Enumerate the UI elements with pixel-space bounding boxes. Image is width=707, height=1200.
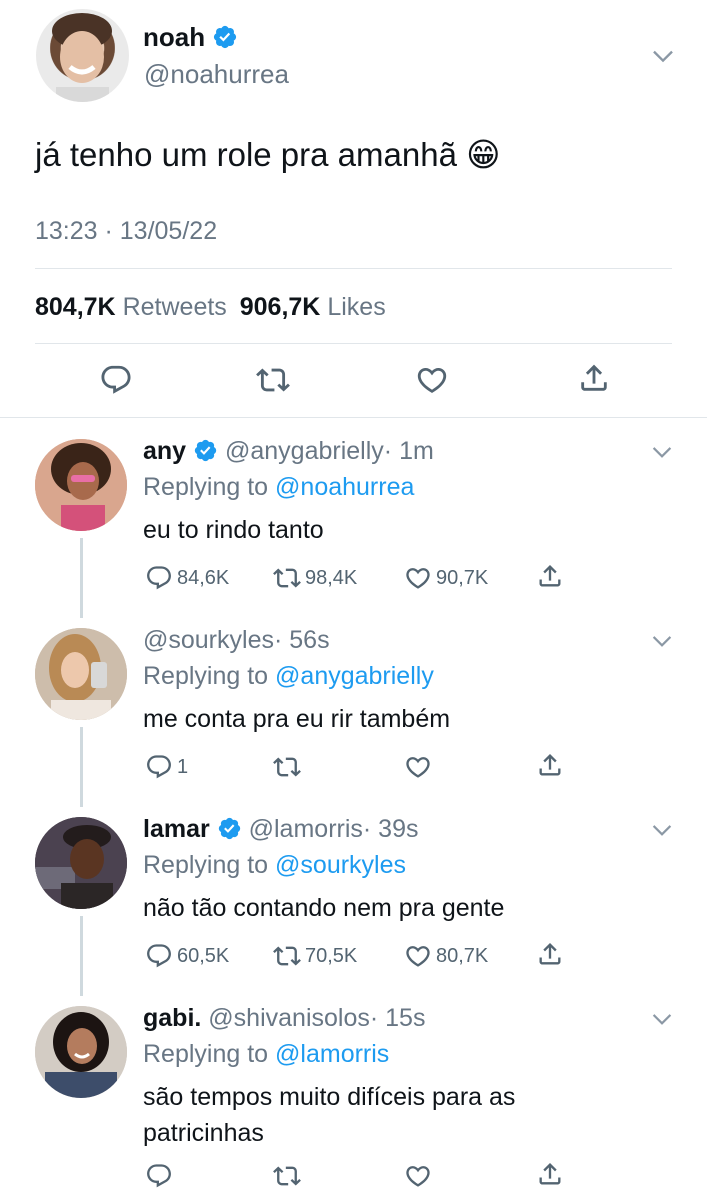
verified-badge-icon: [193, 438, 218, 463]
reply-text-line-1: são tempos muito difíceis para as: [143, 1083, 516, 1111]
reply-avatar-any[interactable]: [35, 439, 127, 531]
like-heart-icon: [404, 753, 432, 781]
like-heart-icon[interactable]: [415, 363, 449, 397]
like-heart-icon: [404, 942, 432, 970]
reply-count: 84,6K: [177, 566, 230, 589]
like-action[interactable]: 90,7K: [404, 564, 488, 592]
share-icon[interactable]: [577, 361, 611, 395]
like-count: 90,7K: [436, 566, 489, 589]
likes-stat[interactable]: 906,7K Likes: [240, 293, 386, 321]
replying-to-handle[interactable]: @lamorris: [275, 1040, 389, 1068]
more-options-chevron-icon[interactable]: [649, 42, 677, 70]
reply-name[interactable]: any: [143, 437, 186, 465]
likes-count: 906,7K: [239, 293, 321, 321]
reply-icon: [145, 753, 173, 781]
like-heart-icon: [404, 1162, 432, 1190]
divider: [35, 268, 672, 269]
divider: [35, 343, 672, 344]
reply-action[interactable]: 84,6K: [145, 564, 229, 592]
reply-time[interactable]: · 39s: [363, 815, 419, 843]
reply-handle[interactable]: @shivanisolos: [208, 1004, 370, 1032]
reply-icon: [145, 1162, 173, 1190]
main-handle[interactable]: @noahurrea: [144, 59, 289, 90]
retweets-stat[interactable]: 804,7K Retweets: [35, 293, 234, 321]
reply-text: me conta pra eu rir também: [143, 705, 451, 733]
reply-time[interactable]: · 56s: [274, 626, 330, 654]
verified-badge-icon: [212, 24, 238, 50]
retweet-action[interactable]: [273, 1162, 301, 1190]
reply-name[interactable]: lamar: [143, 815, 210, 843]
reply-avatar-lamar[interactable]: [35, 817, 127, 909]
reply-action[interactable]: [145, 1162, 173, 1190]
replying-to-label: Replying to: [143, 473, 269, 501]
retweet-count: 70,5K: [305, 944, 358, 967]
reply-handle[interactable]: @sourkyles: [143, 626, 274, 654]
reply-time[interactable]: · 15s: [370, 1004, 426, 1032]
retweet-action[interactable]: [273, 753, 301, 781]
main-display-name[interactable]: noah: [143, 22, 205, 52]
main-timestamp[interactable]: 13:23 · 13/05/22: [35, 217, 217, 246]
reply-handle[interactable]: @lamorris: [249, 815, 363, 843]
thread-connector: [80, 727, 83, 807]
thread-connector: [80, 916, 83, 996]
main-avatar[interactable]: [36, 9, 129, 102]
retweet-icon: [273, 753, 301, 781]
reply-icon: [145, 942, 173, 970]
retweets-count: 804,7K: [35, 293, 116, 321]
reply-avatar-sourkyles[interactable]: [35, 628, 127, 720]
like-count: 80,7K: [436, 944, 489, 967]
reply-icon: [145, 564, 173, 592]
retweet-icon[interactable]: [256, 363, 290, 397]
main-tweet-text: já tenho um role pra amanhã 😁: [35, 136, 501, 173]
retweets-label: Retweets: [122, 293, 227, 321]
likes-label: Likes: [327, 293, 386, 321]
verified-badge-icon: [217, 816, 242, 841]
share-icon[interactable]: [536, 1160, 564, 1188]
reply-count: 1: [177, 755, 189, 778]
reply-action[interactable]: 60,5K: [145, 942, 229, 970]
retweet-action[interactable]: 98,4K: [273, 564, 357, 592]
share-icon[interactable]: [536, 940, 564, 968]
replying-to-label: Replying to: [143, 851, 269, 879]
retweet-count: 98,4K: [305, 566, 358, 589]
reply-text: não tão contando nem pra gente: [143, 894, 505, 922]
more-options-chevron-icon[interactable]: [649, 1006, 675, 1032]
like-action[interactable]: [404, 1162, 432, 1190]
share-icon[interactable]: [536, 751, 564, 779]
thread-connector: [80, 538, 83, 618]
retweet-icon: [273, 1162, 301, 1190]
retweet-icon: [273, 942, 301, 970]
reply-text: eu to rindo tanto: [143, 516, 324, 544]
replying-to-handle[interactable]: @noahurrea: [275, 473, 414, 501]
retweet-icon: [273, 564, 301, 592]
reply-handle[interactable]: @anygabrielly: [225, 437, 384, 465]
like-action[interactable]: [404, 753, 432, 781]
like-action[interactable]: 80,7K: [404, 942, 488, 970]
reply-icon[interactable]: [99, 363, 133, 397]
replying-to-label: Replying to: [143, 662, 269, 690]
more-options-chevron-icon[interactable]: [649, 439, 675, 465]
replying-to-handle[interactable]: @anygabrielly: [275, 662, 434, 690]
reply-text-line-2: patricinhas: [143, 1119, 264, 1147]
divider: [0, 417, 707, 418]
reply-count: 60,5K: [177, 944, 230, 967]
reply-avatar-gabi[interactable]: [35, 1006, 127, 1098]
replying-to-label: Replying to: [143, 1040, 269, 1068]
reply-action[interactable]: 1: [145, 753, 188, 781]
reply-time[interactable]: · 1m: [384, 437, 434, 465]
share-icon[interactable]: [536, 562, 564, 590]
reply-name[interactable]: gabi.: [143, 1004, 201, 1032]
replying-to-handle[interactable]: @sourkyles: [275, 851, 406, 879]
more-options-chevron-icon[interactable]: [649, 628, 675, 654]
more-options-chevron-icon[interactable]: [649, 817, 675, 843]
like-heart-icon: [404, 564, 432, 592]
retweet-action[interactable]: 70,5K: [273, 942, 357, 970]
